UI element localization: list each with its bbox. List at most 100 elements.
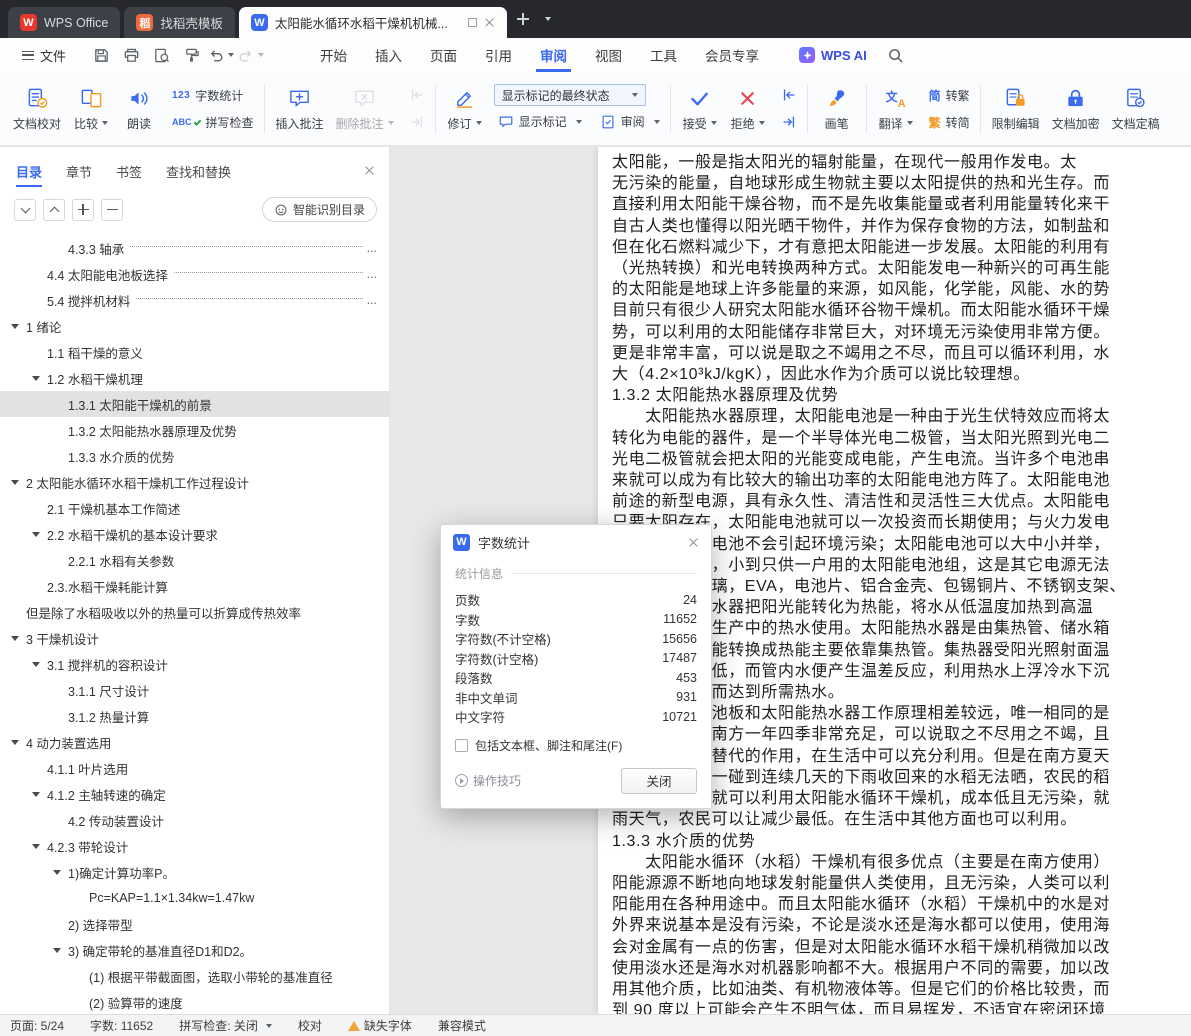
next-change-button[interactable] bbox=[777, 111, 801, 134]
collapse-triangle-icon[interactable] bbox=[52, 870, 68, 875]
toc-item[interactable]: 4.2 传动装置设计 bbox=[0, 807, 389, 833]
collapse-up-button[interactable] bbox=[43, 198, 65, 221]
word-count-indicator[interactable]: 字数: 11652 bbox=[90, 1017, 153, 1034]
show-markup-button[interactable]: 显示标记 bbox=[494, 110, 586, 133]
toc-item[interactable]: 1.3.3 水介质的优势 bbox=[0, 443, 389, 469]
review-button[interactable]: 审阅 bbox=[596, 110, 664, 133]
doc-proof-button[interactable]: 文档校对 bbox=[8, 79, 66, 139]
menu-item[interactable]: 视图 bbox=[581, 38, 636, 72]
spell-check-button[interactable]: ABC 拼写检查 bbox=[168, 111, 258, 134]
menu-item[interactable]: 开始 bbox=[306, 38, 361, 72]
toc-item[interactable]: 但是除了水稻吸收以外的热量可以折算成传热效率 bbox=[0, 599, 389, 625]
docer-template-tab[interactable]: 稻 找稻壳模板 bbox=[124, 7, 235, 38]
toc-item[interactable]: 5.4 搅拌机材料... bbox=[0, 287, 389, 313]
menu-item[interactable]: 插入 bbox=[361, 38, 416, 72]
toc-item[interactable]: 1.3.2 太阳能热水器原理及优势 bbox=[0, 417, 389, 443]
print-preview-button[interactable] bbox=[148, 43, 174, 67]
sidebar-tab[interactable]: 目录 bbox=[16, 147, 43, 195]
sidebar-tab[interactable]: 书签 bbox=[116, 147, 142, 195]
collapse-triangle-icon[interactable] bbox=[10, 740, 26, 745]
restrict-edit-button[interactable]: 限制编辑 bbox=[987, 79, 1045, 139]
menu-item[interactable]: 工具 bbox=[636, 38, 691, 72]
toc-item[interactable]: 1.2 水稻干燥机理 bbox=[0, 365, 389, 391]
close-button[interactable]: 关闭 bbox=[621, 767, 697, 794]
save-button[interactable] bbox=[88, 43, 114, 67]
collapse-triangle-icon[interactable] bbox=[10, 636, 26, 641]
toc-item[interactable]: 4.3.3 轴承... bbox=[0, 235, 389, 261]
toc-item[interactable]: 4.1.1 叶片选用 bbox=[0, 755, 389, 781]
toc-item[interactable]: 3) 确定带轮的基准直径D1和D2。 bbox=[0, 937, 389, 963]
simplified-to-traditional-button[interactable]: 简 转繁 bbox=[925, 84, 974, 107]
spellcheck-indicator[interactable]: 拼写检查: 关闭 bbox=[179, 1017, 272, 1034]
toc-item[interactable]: 4.1.2 主轴转速的确定 bbox=[0, 781, 389, 807]
track-changes-button[interactable]: 修订 bbox=[442, 79, 488, 139]
doc-encrypt-button[interactable]: 文档加密 bbox=[1047, 79, 1105, 139]
home-tab[interactable]: W WPS Office bbox=[8, 7, 121, 38]
accept-button[interactable]: 接受 bbox=[677, 79, 723, 139]
file-menu-button[interactable]: 文件 bbox=[14, 46, 74, 65]
search-button[interactable] bbox=[883, 43, 909, 67]
next-comment-button[interactable] bbox=[405, 111, 429, 134]
toc-item[interactable]: 4.4 太阳能电池板选择... bbox=[0, 261, 389, 287]
toc-item[interactable]: 2 太阳能水循环水稻干燥机工作过程设计 bbox=[0, 469, 389, 495]
menu-item[interactable]: 审阅 bbox=[526, 38, 581, 72]
new-tab-button[interactable] bbox=[516, 13, 529, 25]
checkbox-icon[interactable] bbox=[455, 738, 468, 752]
toc-item[interactable]: 4.2.3 带轮设计 bbox=[0, 833, 389, 859]
toc-item[interactable]: 2.2.1 水稻有关参数 bbox=[0, 547, 389, 573]
toc-item[interactable]: 3.1.2 热量计算 bbox=[0, 703, 389, 729]
toc-item[interactable]: (2) 验算带的速度 bbox=[0, 989, 389, 1014]
sidebar-tab[interactable]: 查找和替换 bbox=[166, 147, 231, 195]
insert-comment-button[interactable]: 插入批注 bbox=[271, 79, 329, 139]
collapse-triangle-icon[interactable] bbox=[10, 324, 26, 329]
collapse-triangle-icon[interactable] bbox=[31, 376, 47, 381]
reject-button[interactable]: 拒绝 bbox=[725, 79, 771, 139]
toc-item[interactable]: 3 干燥机设计 bbox=[0, 625, 389, 651]
collapse-triangle-icon[interactable] bbox=[31, 844, 47, 849]
expand-all-button[interactable] bbox=[72, 198, 94, 221]
expand-down-button[interactable] bbox=[14, 198, 36, 221]
sidebar-tab[interactable]: 章节 bbox=[66, 147, 92, 195]
dialog-title-bar[interactable]: W 字数统计 bbox=[441, 525, 711, 559]
traditional-to-simplified-button[interactable]: 繁 转简 bbox=[925, 111, 974, 134]
redo-button[interactable] bbox=[238, 43, 265, 67]
proofing-indicator[interactable]: 校对 bbox=[298, 1017, 322, 1034]
close-tab-icon[interactable] bbox=[484, 17, 495, 28]
previous-comment-button[interactable] bbox=[405, 84, 429, 107]
wps-ai-button[interactable]: WPS AI bbox=[799, 47, 867, 63]
toc-item[interactable]: 1 绪论 bbox=[0, 313, 389, 339]
toc-item[interactable]: 2.3.水稻干燥耗能计算 bbox=[0, 573, 389, 599]
smart-catalog-button[interactable]: 智能识别目录 bbox=[261, 197, 377, 222]
undo-button[interactable] bbox=[208, 43, 235, 67]
toc-item[interactable]: 1.1 稻干燥的意义 bbox=[0, 339, 389, 365]
compat-mode-indicator[interactable]: 兼容模式 bbox=[438, 1017, 486, 1034]
menu-item[interactable]: 页面 bbox=[416, 38, 471, 72]
collapse-triangle-icon[interactable] bbox=[10, 480, 26, 485]
tips-link[interactable]: 操作技巧 bbox=[455, 772, 521, 789]
toc-item[interactable]: 2) 选择带型 bbox=[0, 911, 389, 937]
collapse-triangle-icon[interactable] bbox=[31, 662, 47, 667]
close-pane-icon[interactable] bbox=[364, 165, 375, 176]
pen-button[interactable]: 画笔 bbox=[814, 79, 860, 139]
toc-item[interactable]: 2.2 水稻干燥机的基本设计要求 bbox=[0, 521, 389, 547]
page-indicator[interactable]: 页面: 5/24 bbox=[10, 1017, 64, 1034]
toc-item[interactable]: 1)确定计算功率P。 bbox=[0, 859, 389, 885]
collapse-triangle-icon[interactable] bbox=[31, 532, 47, 537]
collapse-all-button[interactable] bbox=[101, 198, 123, 221]
delete-comment-button[interactable]: 删除批注 bbox=[331, 79, 399, 139]
menu-item[interactable]: 会员专享 bbox=[691, 38, 773, 72]
previous-change-button[interactable] bbox=[777, 84, 801, 107]
document-tab[interactable]: W 太阳能水循环水稻干燥机机械... bbox=[238, 7, 507, 38]
word-count-button[interactable]: 123 字数统计 bbox=[168, 84, 258, 107]
tab-list-chevron-icon[interactable] bbox=[544, 17, 551, 21]
toc-item[interactable]: (1) 根据平带截面图，选取小带轮的基准直径 bbox=[0, 963, 389, 989]
translate-button[interactable]: 文A 翻译 bbox=[873, 79, 919, 139]
close-dialog-icon[interactable] bbox=[688, 537, 699, 548]
toc-item[interactable]: 4 动力装置选用 bbox=[0, 729, 389, 755]
doc-finalize-button[interactable]: 文档定稿 bbox=[1107, 79, 1165, 139]
toc-item[interactable]: 3.1.1 尺寸设计 bbox=[0, 677, 389, 703]
toc-item[interactable]: 2.1 干燥机基本工作简述 bbox=[0, 495, 389, 521]
read-aloud-button[interactable]: 朗读 bbox=[116, 79, 162, 139]
markup-state-select[interactable]: 显示标记的最终状态 bbox=[493, 84, 646, 106]
include-textbox-checkbox[interactable]: 包括文本框、脚注和尾注(F) bbox=[455, 737, 697, 754]
